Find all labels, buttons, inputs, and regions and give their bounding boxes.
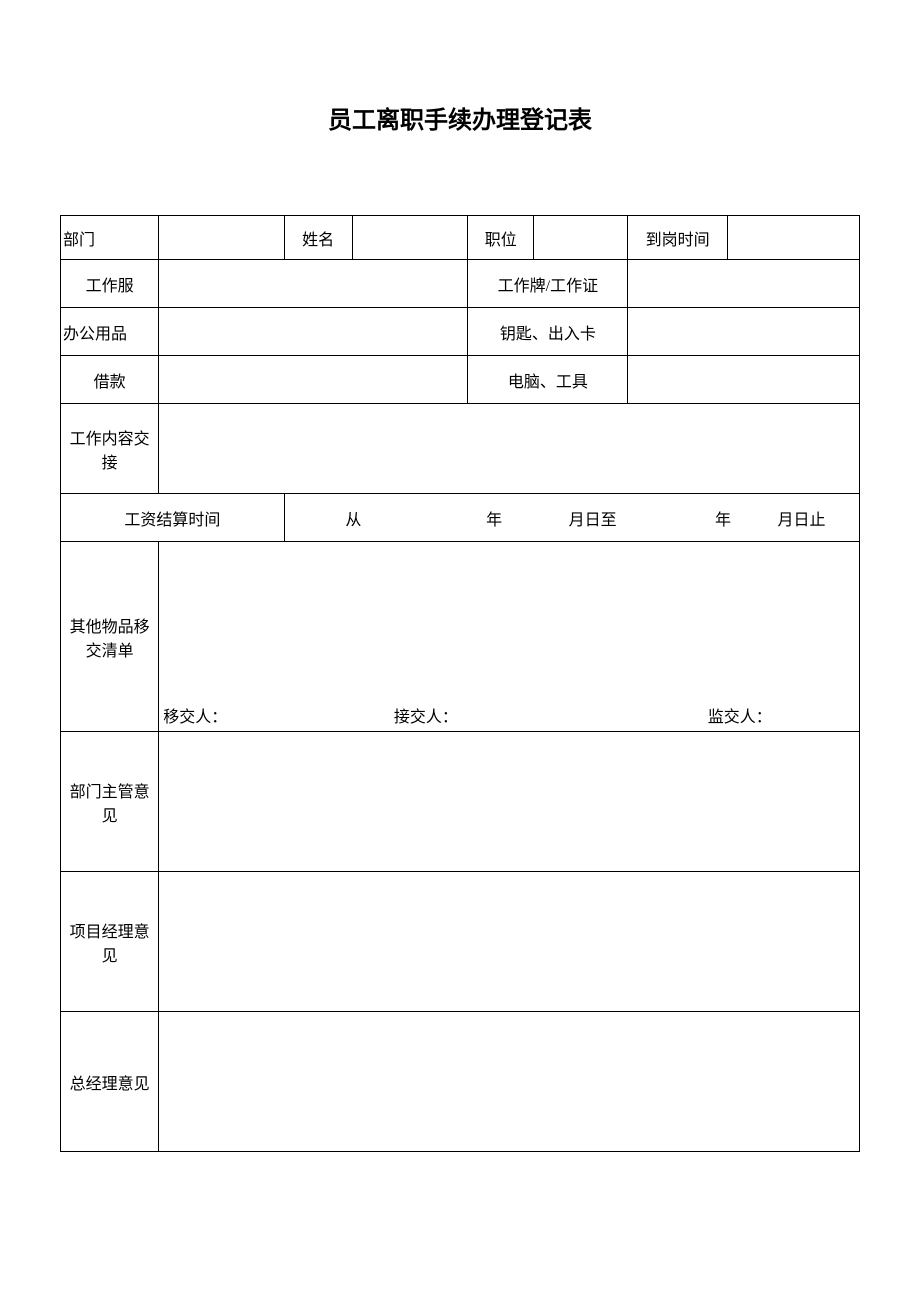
supplies-value[interactable] xyxy=(159,308,468,356)
name-label: 姓名 xyxy=(284,216,352,260)
badge-label: 工作牌/工作证 xyxy=(468,260,628,308)
page-container: 员工离职手续办理登记表 部门 姓名 职位 到岗时间 工作服 工作 xyxy=(0,0,920,1212)
salary-year2: 年 xyxy=(617,506,731,530)
salary-month-end: 月日止 xyxy=(731,506,845,530)
other-items-label: 其他物品移交清单 xyxy=(61,542,159,732)
dept-head-value[interactable] xyxy=(159,732,860,872)
handover-label: 工作内容交接 xyxy=(61,404,159,494)
supervise-person: 监交人： xyxy=(624,703,855,727)
salary-month-to: 月日至 xyxy=(502,506,616,530)
uniform-row: 工作服 工作牌/工作证 xyxy=(61,260,860,308)
badge-value[interactable] xyxy=(628,260,860,308)
position-value[interactable] xyxy=(533,216,627,260)
arrival-label: 到岗时间 xyxy=(628,216,728,260)
document-title: 员工离职手续办理登记表 xyxy=(60,100,860,135)
uniform-label: 工作服 xyxy=(61,260,159,308)
dept-label: 部门 xyxy=(61,216,159,260)
dept-value[interactable] xyxy=(159,216,284,260)
loan-row: 借款 电脑、工具 xyxy=(61,356,860,404)
pm-label: 项目经理意见 xyxy=(61,872,159,1012)
position-label: 职位 xyxy=(468,216,534,260)
header-row: 部门 姓名 职位 到岗时间 xyxy=(61,216,860,260)
other-items-row: 其他物品移交清单 移交人： 接交人： 监交人： xyxy=(61,542,860,732)
keys-label: 钥匙、出入卡 xyxy=(468,308,628,356)
salary-period[interactable]: 从 年 月日至 年 月日止 xyxy=(284,494,859,542)
gm-label: 总经理意见 xyxy=(61,1012,159,1152)
dept-head-row: 部门主管意见 xyxy=(61,732,860,872)
handover-value[interactable] xyxy=(159,404,860,494)
supplies-row: 办公用品 钥匙、出入卡 xyxy=(61,308,860,356)
other-items-area[interactable]: 移交人： 接交人： 监交人： xyxy=(159,542,860,732)
gm-value[interactable] xyxy=(159,1012,860,1152)
transfer-person: 移交人： xyxy=(163,703,394,727)
salary-from: 从 xyxy=(285,506,422,530)
pm-row: 项目经理意见 xyxy=(61,872,860,1012)
form-table: 部门 姓名 职位 到岗时间 工作服 工作牌/工作证 办公用品 钥匙、出入卡 借款 xyxy=(60,215,860,1152)
loan-label: 借款 xyxy=(61,356,159,404)
salary-row: 工资结算时间 从 年 月日至 年 月日止 xyxy=(61,494,860,542)
handover-row: 工作内容交接 xyxy=(61,404,860,494)
pm-value[interactable] xyxy=(159,872,860,1012)
uniform-value[interactable] xyxy=(159,260,468,308)
salary-label: 工资结算时间 xyxy=(61,494,285,542)
computer-label: 电脑、工具 xyxy=(468,356,628,404)
dept-head-label: 部门主管意见 xyxy=(61,732,159,872)
name-value[interactable] xyxy=(352,216,468,260)
keys-value[interactable] xyxy=(628,308,860,356)
gm-row: 总经理意见 xyxy=(61,1012,860,1152)
receive-person: 接交人： xyxy=(394,703,625,727)
supplies-label: 办公用品 xyxy=(61,308,159,356)
arrival-value[interactable] xyxy=(728,216,860,260)
salary-year1: 年 xyxy=(422,506,502,530)
computer-value[interactable] xyxy=(628,356,860,404)
loan-value[interactable] xyxy=(159,356,468,404)
